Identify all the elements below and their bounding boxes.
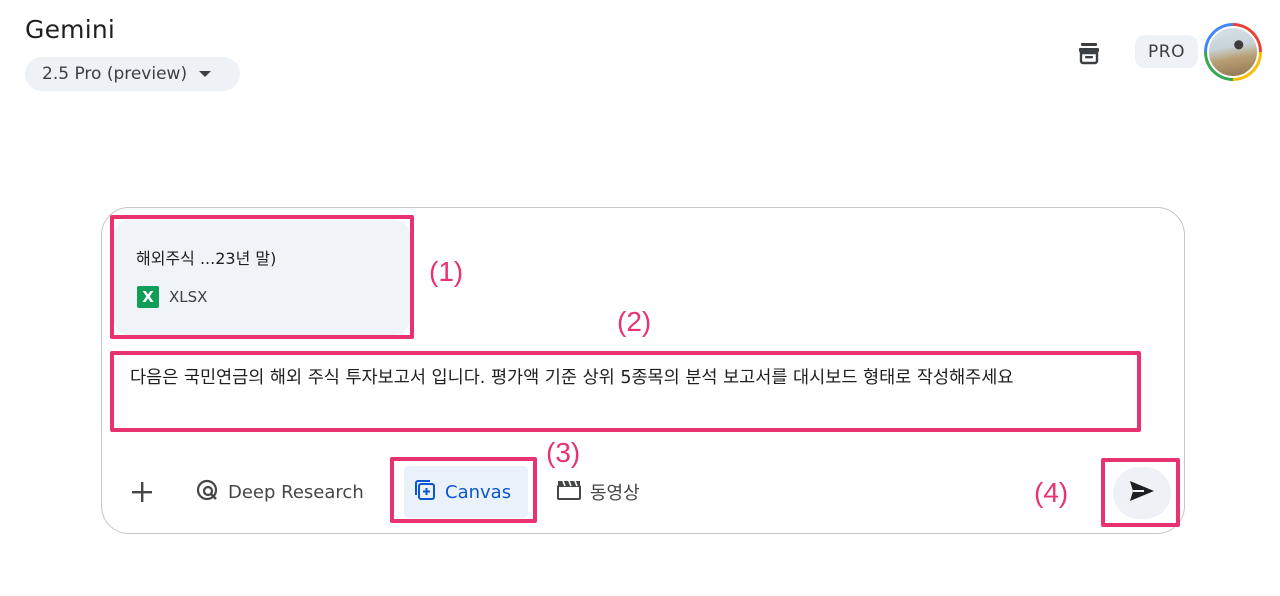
video-button[interactable]: 동영상: [556, 474, 640, 510]
model-selector[interactable]: 2.5 Pro (preview): [25, 57, 240, 91]
canvas-button[interactable]: Canvas: [404, 466, 528, 518]
plus-icon[interactable]: [127, 477, 157, 507]
attachment-card[interactable]: 해외주식 ...23년 말) X XLSX: [113, 220, 410, 335]
send-icon: [1128, 479, 1156, 507]
canvas-icon: [413, 478, 437, 507]
attachment-type-label: XLSX: [169, 288, 208, 306]
clapperboard-icon: [556, 479, 582, 506]
video-label: 동영상: [590, 483, 640, 504]
deep-research-button[interactable]: Deep Research: [194, 474, 364, 510]
annotation-label-1: (1): [429, 256, 464, 287]
attachment-file-type: X XLSX: [137, 286, 207, 308]
deep-research-icon: [194, 477, 220, 508]
user-avatar[interactable]: [1204, 23, 1262, 81]
annotation-label-3: (3): [546, 437, 581, 468]
app-title: Gemini: [25, 15, 116, 44]
attachment-file-name: 해외주식 ...23년 말): [136, 249, 277, 268]
model-selector-label: 2.5 Pro (preview): [42, 64, 188, 84]
prompt-input[interactable]: 다음은 국민연금의 해외 주식 투자보고서 입니다. 평가액 기준 상위 5종목…: [130, 363, 1130, 393]
annotation-label-4: (4): [1034, 477, 1069, 508]
canvas-label: Canvas: [445, 481, 512, 503]
annotation-label-2: (2): [617, 306, 652, 337]
gemini-page: Gemini 2.5 Pro (preview) PRO 해외주식 ...23년…: [0, 0, 1280, 596]
pro-badge: PRO: [1135, 35, 1198, 68]
deep-research-label: Deep Research: [228, 481, 364, 503]
excel-file-icon: X: [137, 286, 159, 308]
caret-down-icon: [199, 71, 212, 77]
avatar-photo: [1207, 26, 1259, 78]
send-button[interactable]: [1113, 467, 1171, 519]
archive-box-icon[interactable]: [1072, 36, 1106, 70]
